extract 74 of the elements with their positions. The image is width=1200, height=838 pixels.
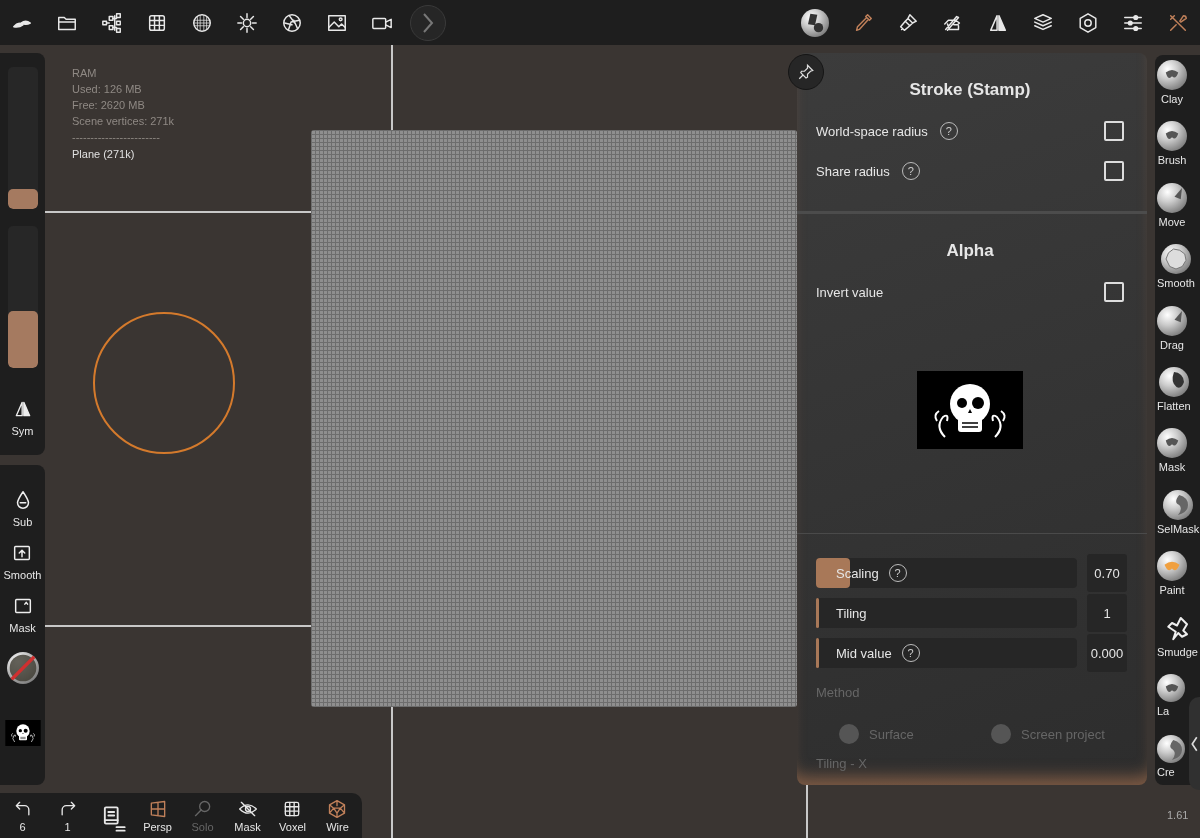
brush-sphere-icon — [1163, 489, 1194, 520]
brush-button[interactable]: Mask — [1157, 428, 1187, 490]
brush-button[interactable]: Brush — [1157, 121, 1187, 183]
option-label: World-space radius — [816, 123, 928, 139]
slider-label: Tiling — [836, 605, 867, 621]
slider-label: Mid value — [836, 645, 892, 661]
settings-icon[interactable] — [1077, 11, 1099, 34]
brush-sphere-icon — [1157, 673, 1185, 702]
mask-button[interactable]: Mask — [9, 595, 36, 634]
section-title: Alpha — [945, 240, 995, 262]
brush-button[interactable]: Smudge — [1157, 612, 1198, 674]
search-icon — [192, 798, 213, 819]
material-sphere-icon[interactable] — [801, 8, 829, 37]
object-name: Plane (271k) — [72, 147, 136, 162]
vertical-slider[interactable] — [7, 226, 38, 368]
brush-sphere-icon — [1157, 60, 1187, 90]
sub-button[interactable]: Sub — [11, 489, 34, 528]
expand-button[interactable] — [410, 4, 446, 41]
brush-sphere-icon — [1157, 305, 1187, 336]
info-text: ------------------------ — [72, 130, 161, 145]
slider[interactable]: Tiling — [816, 598, 1077, 628]
value-field[interactable]: 0.000 — [1087, 634, 1127, 672]
paintbrush-icon[interactable] — [897, 11, 919, 34]
brush-sphere-icon — [1157, 735, 1185, 764]
aperture-icon[interactable] — [281, 11, 303, 34]
pin-icon — [797, 63, 815, 81]
skull-alpha-thumbnail[interactable] — [4, 720, 41, 746]
brush-sphere-icon — [1157, 428, 1187, 459]
collapse-button[interactable] — [1189, 697, 1200, 790]
option-label: Share radius — [816, 163, 890, 179]
chevron-right-icon — [421, 11, 435, 34]
info-text: Scene vertices: 271k — [72, 114, 175, 129]
brush-button[interactable]: Flatten — [1157, 366, 1191, 429]
brush-sphere-icon — [1160, 244, 1191, 275]
brush-sphere-icon — [1157, 121, 1187, 152]
smooth-button[interactable]: Smooth — [3, 542, 42, 581]
section-title: Stroke (Stamp) — [908, 79, 1032, 101]
sun-icon[interactable] — [236, 11, 258, 34]
info-text: Used: 126 MB — [72, 82, 143, 97]
symmetry-button[interactable]: Sym — [11, 399, 34, 437]
value-field[interactable]: 1 — [1087, 594, 1127, 632]
wire-button[interactable]: Wire — [326, 798, 349, 833]
checkbox[interactable] — [1104, 121, 1124, 141]
persp-button[interactable]: Persp — [143, 798, 172, 833]
redo-button[interactable]: 1 — [57, 798, 78, 833]
brush-sphere-icon — [1158, 366, 1189, 397]
brush-button[interactable]: Smooth — [1157, 244, 1195, 306]
checkbox[interactable] — [1104, 161, 1124, 181]
option-label: Invert value — [816, 284, 884, 300]
voxel-button[interactable]: Voxel — [279, 798, 306, 833]
info-text: Free: 2620 MB — [72, 98, 146, 113]
brush-sphere-icon — [1157, 551, 1187, 582]
skull-alpha-image[interactable] — [917, 371, 1023, 449]
info-text: RAM — [72, 66, 98, 81]
checkbox[interactable] — [1104, 282, 1124, 302]
brush-button[interactable]: Move — [1157, 182, 1187, 245]
mask-button[interactable]: Mask — [234, 798, 261, 833]
slider[interactable]: Mid value ? — [816, 638, 1077, 668]
undo-button[interactable]: 6 — [12, 798, 33, 833]
brush-button[interactable]: Paint — [1157, 551, 1187, 613]
mesh-sphere-icon[interactable] — [191, 11, 213, 34]
brush-button[interactable]: Clay — [1157, 60, 1187, 122]
value-field[interactable]: 0.70 — [1087, 554, 1127, 592]
pin-button[interactable] — [788, 54, 824, 90]
version-text: 1.61 — [1167, 809, 1189, 821]
polyhedron-icon — [327, 798, 348, 819]
brush-button[interactable]: Drag — [1157, 305, 1187, 367]
material-sphere-icon[interactable] — [6, 652, 39, 684]
vertical-slider[interactable] — [7, 67, 38, 209]
brush-button[interactable]: Cre — [1157, 735, 1185, 785]
brush-button[interactable]: SelMask — [1157, 489, 1200, 552]
brush-button[interactable]: La — [1157, 673, 1185, 736]
brush-sphere-icon — [1157, 182, 1187, 213]
node-tree-icon[interactable] — [101, 11, 123, 34]
